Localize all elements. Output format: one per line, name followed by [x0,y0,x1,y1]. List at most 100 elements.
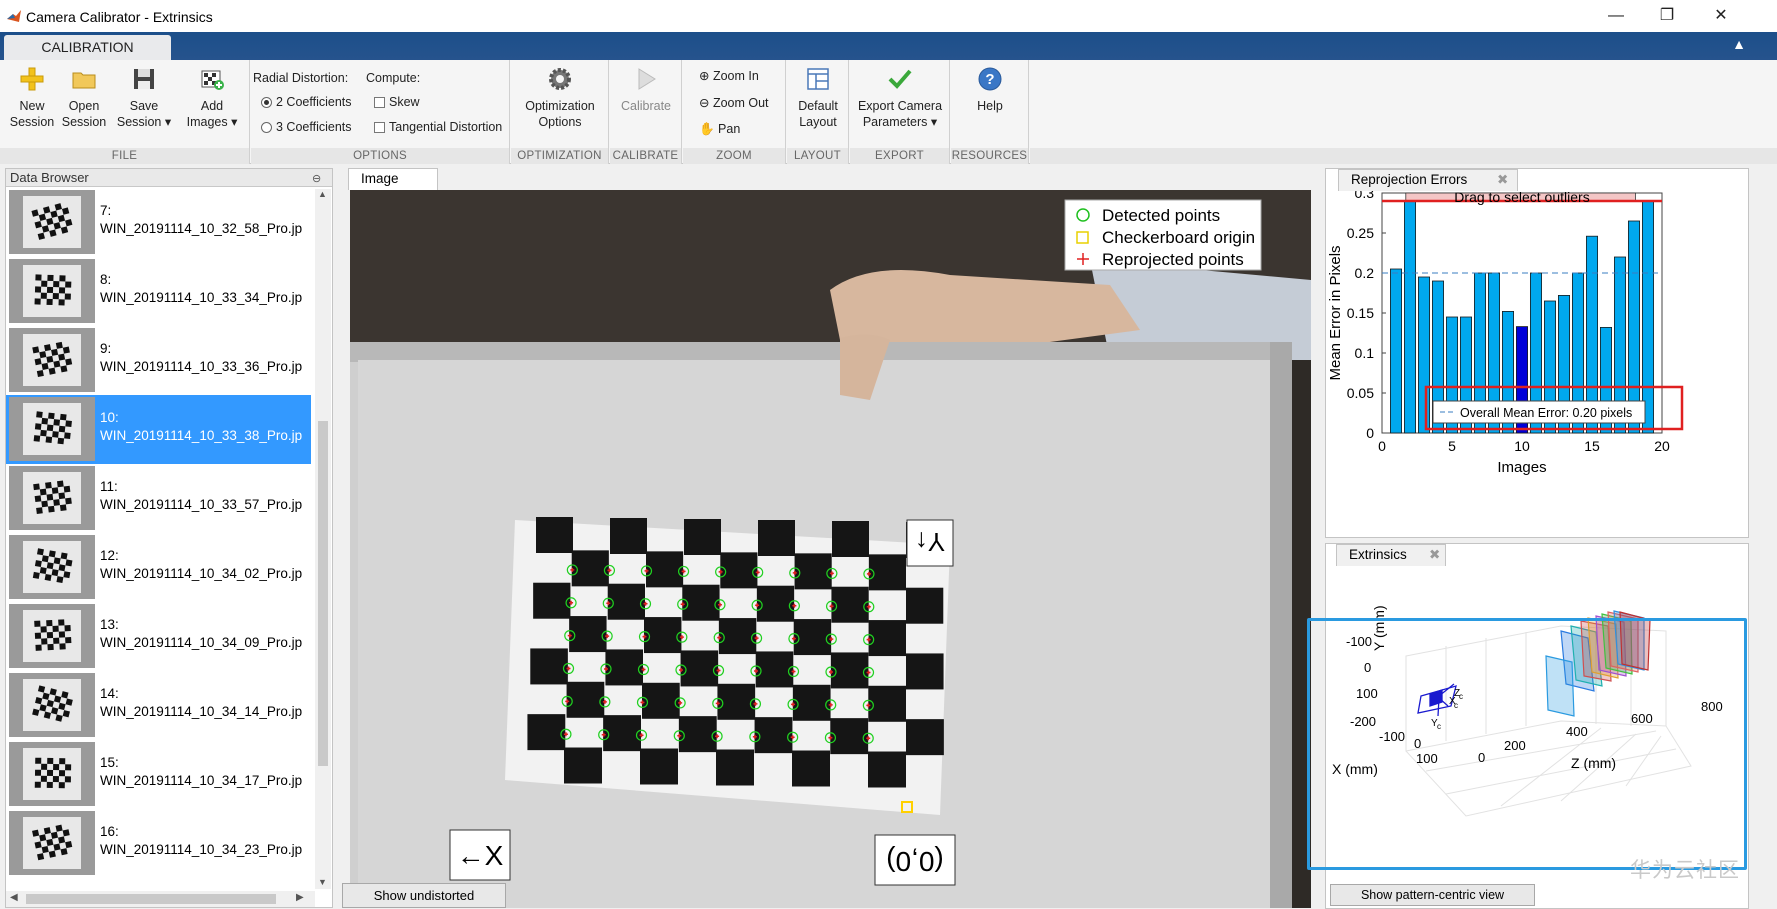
title-bar: Camera Calibrator - Extrinsics — ❐ ✕ [0,0,1777,32]
new-session-label-1: New [19,99,45,113]
scroll-thumb[interactable] [318,421,328,766]
image-filename: WIN_20191114_10_33_38_Pro.jp [100,428,303,443]
tab-extrinsics[interactable]: Extrinsics ✖ [1336,544,1446,566]
checker-square [792,750,830,787]
tab-image[interactable]: Image [348,168,438,190]
data-browser-header: Data Browser ⊖ [6,169,332,187]
minimize-button[interactable]: — [1602,4,1630,28]
export-section-label: EXPORT [850,148,949,164]
image-thumbnail [9,604,95,668]
optimization-options-button[interactable]: Optimization Options [511,60,609,130]
y-tick-label: 0.1 [1355,345,1375,361]
show-pattern-centric-view-button[interactable]: Show pattern-centric view [1330,884,1535,906]
save-session-label-1: Save [129,99,159,113]
open-session-button[interactable]: Open Session [58,60,110,130]
image-filename: WIN_20191114_10_34_09_Pro.jp [100,635,303,650]
list-item[interactable]: 13: WIN_20191114_10_34_09_Pro.jp [6,602,311,671]
tab-reprojection-errors[interactable]: Reprojection Errors ✖ [1338,169,1518,191]
zoom-out-button[interactable]: ⊖ Zoom Out [699,95,769,110]
layout-icon [807,68,829,90]
compute-title: Compute: [366,71,421,85]
collapse-ribbon-icon[interactable]: ▲ [1730,36,1748,54]
checkmark-icon [888,69,912,89]
list-vertical-scrollbar[interactable]: ▲ ▼ [315,189,331,889]
mean-legend-text: Overall Mean Error: 0.20 pixels [1460,406,1632,420]
checker-square [832,521,869,557]
close-tab-icon[interactable]: ✖ [1429,545,1440,565]
data-browser-menu-icon[interactable]: ⊖ [312,170,321,188]
y-tick-label: 0.3 [1355,191,1375,201]
layout-label-2: Layout [799,115,837,129]
radial-3-option[interactable]: 3 Coefficients [261,120,352,134]
radial-3-radio[interactable] [261,122,272,134]
restore-button[interactable]: ❐ [1653,4,1681,28]
add-images-button[interactable]: Add Images ▾ [180,60,244,130]
image-number: 10: [100,410,119,425]
list-item[interactable]: 14: WIN_20191114_10_34_14_Pro.jp [6,671,311,740]
image-filename: WIN_20191114_10_34_02_Pro.jp [100,566,303,581]
tab-calibration[interactable]: CALIBRATION [4,35,171,60]
calibrate-button[interactable]: Calibrate [610,60,682,114]
new-session-button[interactable]: New Session [6,60,58,130]
image-filename: WIN_20191114_10_34_14_Pro.jp [100,704,303,719]
options-section-label: OPTIONS [251,148,509,164]
tangential-checkbox[interactable] [374,122,385,134]
save-session-button[interactable]: Save Session ▾ [112,60,176,130]
scroll-down-icon[interactable]: ▼ [318,877,327,887]
checker-square [792,684,831,721]
image-number: 12: [100,548,119,563]
skew-checkbox[interactable] [374,97,385,109]
image-filename: WIN_20191114_10_33_34_Pro.jp [100,290,303,305]
checker-square [868,685,906,722]
matlab-logo-icon [7,10,21,22]
close-button[interactable]: ✕ [1707,4,1735,28]
layout-section-label: LAYOUT [787,148,848,164]
image-entry-text: 10: WIN_20191114_10_33_38_Pro.jp [100,409,315,445]
checker-square [530,648,568,685]
scroll-left-icon[interactable]: ◀ [10,892,18,903]
export-camera-parameters-button[interactable]: Export Camera Parameters ▾ [850,60,950,130]
pan-hand-icon: ✋ [699,122,719,136]
list-item[interactable]: 9: WIN_20191114_10_33_36_Pro.jp [6,326,311,395]
extrinsics-highlight-frame [1307,618,1747,870]
list-item[interactable]: 15: WIN_20191114_10_34_17_Pro.jp [6,740,311,809]
gear-icon [549,68,571,90]
tangential-option[interactable]: Tangential Distortion [374,120,502,134]
list-item[interactable]: 7: WIN_20191114_10_32_58_Pro.jp [6,188,311,257]
reprojection-bar-chart[interactable]: 0 0.05 0.1 0.15 0.2 0.25 0.3 0 5 10 15 20 Drag to se… [1326,191,1748,537]
image-thumbnail [9,328,95,392]
radial-2-label: 2 Coefficients [276,95,352,109]
hscroll-thumb[interactable] [26,894,276,904]
checker-square [754,717,793,754]
help-button[interactable]: ? Help [951,60,1029,114]
list-item[interactable]: 10: WIN_20191114_10_33_38_Pro.jp [6,395,311,464]
calibration-image-view[interactable]: Y↑ ←X (0,0) Detected points Checkerboard… [350,190,1311,908]
scroll-up-icon[interactable]: ▲ [318,189,327,199]
default-layout-button[interactable]: Default Layout [787,60,849,130]
list-horizontal-scrollbar[interactable]: ◀ ▶ [6,891,315,907]
x-axis-label: ←X [457,840,504,871]
list-item[interactable]: 16: WIN_20191114_10_34_23_Pro.jp [6,809,311,878]
show-undistorted-button[interactable]: Show undistorted [342,883,506,908]
toolstrip: New Session Open Session Save Session ▾ … [0,60,1777,164]
calibrate-section-label: CALIBRATE [610,148,681,164]
image-number: 8: [100,272,112,287]
reprojection-errors-panel: Reprojection Errors ✖ 0 0.05 0.1 0.15 0.2 0.2… [1325,168,1749,538]
close-tab-icon[interactable]: ✖ [1497,170,1508,190]
list-item[interactable]: 12: WIN_20191114_10_34_02_Pro.jp [6,533,311,602]
list-item[interactable]: 8: WIN_20191114_10_33_34_Pro.jp [6,257,311,326]
checker-square [906,587,944,624]
y-axis-label: Y↑ [915,527,945,557]
skew-option[interactable]: Skew [374,95,420,109]
zoom-in-button[interactable]: ⊕ Zoom In [699,68,759,83]
scroll-right-icon[interactable]: ▶ [296,892,304,903]
pan-button[interactable]: ✋ Pan [699,122,740,137]
radial-2-radio[interactable] [261,97,272,109]
checker-square [868,751,906,788]
radial-2-option[interactable]: 2 Coefficients [261,95,352,109]
new-session-label-2: Session [9,115,55,129]
toolstrip-footer [1030,148,1777,164]
list-item[interactable]: 11: WIN_20191114_10_33_57_Pro.jp [6,464,311,533]
add-images-label-2: Images ▾ [186,115,238,129]
x-tick-label: 0 [1378,438,1386,454]
